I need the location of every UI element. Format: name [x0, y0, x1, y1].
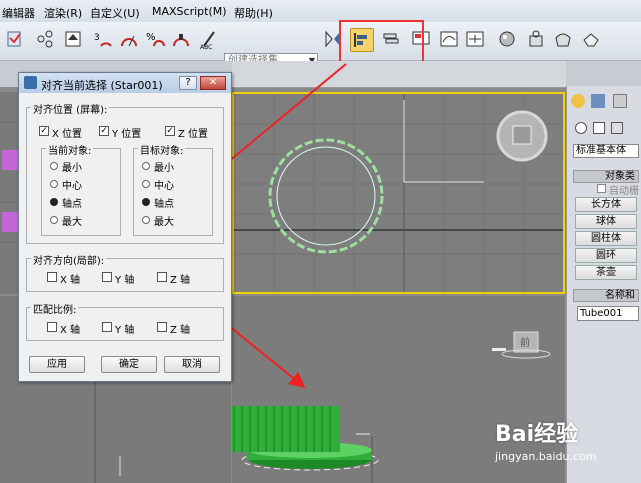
target-pivot-radio[interactable]: [142, 198, 150, 206]
geometry-icon[interactable]: [575, 122, 587, 134]
align-position-group: 对齐位置 (屏幕): ✓ X 位置 ✓ Y 位置 ✓ Z 位置 当前对象: 最小…: [26, 101, 224, 244]
help-button[interactable]: ?: [179, 76, 197, 90]
scale-y-checkbox[interactable]: [102, 322, 112, 332]
lights-icon[interactable]: [611, 122, 623, 134]
scale-x-checkbox[interactable]: [47, 322, 57, 332]
app-icon: [24, 76, 37, 89]
target-max-label: 最大: [154, 217, 174, 228]
current-center-radio[interactable]: [50, 180, 58, 188]
current-min-radio[interactable]: [50, 162, 58, 170]
shapes-icon[interactable]: [593, 122, 605, 134]
ok-button[interactable]: 确定: [101, 356, 157, 373]
baidu-jingyan-logo: Bai经验: [495, 422, 579, 447]
current-object-label: 当前对象:: [46, 142, 94, 157]
align-orientation-group: 对齐方向(局部): X 轴 Y 轴 Z 轴: [26, 252, 224, 292]
target-min-radio[interactable]: [142, 162, 150, 170]
orient-z-checkbox[interactable]: [157, 272, 167, 282]
current-max-radio[interactable]: [50, 216, 58, 224]
cancel-button[interactable]: 取消: [164, 356, 220, 373]
scale-y-label: Y 轴: [115, 325, 135, 336]
primitive-type-dropdown[interactable]: 标准基本体: [573, 144, 639, 158]
scale-z-checkbox[interactable]: [157, 322, 167, 332]
current-pivot-label: 轴点: [62, 199, 82, 210]
y-position-label: Y 位置: [112, 129, 142, 140]
scale-z-label: Z 轴: [170, 325, 191, 336]
align-orientation-label: 对齐方向(局部):: [31, 252, 107, 267]
current-object-group: 当前对象: 最小 中心 轴点 最大: [41, 142, 121, 236]
box-button[interactable]: 长方体: [575, 197, 637, 212]
torus-button[interactable]: 圆环: [575, 248, 637, 263]
current-min-label: 最小: [62, 163, 82, 174]
current-max-label: 最大: [62, 217, 82, 228]
name-color-header[interactable]: 名称和: [573, 289, 639, 302]
target-min-label: 最小: [154, 163, 174, 174]
apply-button[interactable]: 应用: [29, 356, 85, 373]
sphere-button[interactable]: 球体: [575, 214, 637, 229]
teapot-button[interactable]: 茶壶: [575, 265, 637, 280]
close-button[interactable]: ✕: [200, 76, 226, 90]
target-max-radio[interactable]: [142, 216, 150, 224]
modify-tab-icon[interactable]: [591, 94, 605, 108]
y-position-checkbox[interactable]: ✓: [99, 126, 109, 136]
target-center-radio[interactable]: [142, 180, 150, 188]
match-scale-label: 匹配比例:: [31, 301, 79, 316]
orient-x-checkbox[interactable]: [47, 272, 57, 282]
dialog-title: 对齐当前选择 (Star001): [41, 79, 163, 92]
cylinder-button[interactable]: 圆柱体: [575, 231, 637, 246]
align-dialog: 对齐当前选择 (Star001) ? ✕ 对齐位置 (屏幕): ✓ X 位置 ✓…: [18, 72, 232, 382]
create-tab-icon[interactable]: [571, 94, 585, 108]
autogrid-label: 自动栅: [609, 186, 639, 197]
autogrid-checkbox[interactable]: [597, 184, 606, 193]
orient-z-label: Z 轴: [170, 275, 191, 286]
align-position-label: 对齐位置 (屏幕):: [31, 101, 110, 116]
z-position-label: Z 位置: [178, 129, 209, 140]
orient-y-checkbox[interactable]: [102, 272, 112, 282]
scale-x-label: X 轴: [60, 325, 81, 336]
x-position-label: X 位置: [52, 129, 83, 140]
object-name-input[interactable]: Tube001: [577, 306, 639, 321]
current-pivot-radio[interactable]: [50, 198, 58, 206]
target-center-label: 中心: [154, 181, 174, 192]
orient-y-label: Y 轴: [115, 275, 135, 286]
orient-x-label: X 轴: [60, 275, 81, 286]
watermark-url: jingyan.baidu.com: [495, 450, 597, 463]
target-object-group: 目标对象: 最小 中心 轴点 最大: [133, 142, 213, 236]
current-center-label: 中心: [62, 181, 82, 192]
target-pivot-label: 轴点: [154, 199, 174, 210]
hierarchy-tab-icon[interactable]: [613, 94, 627, 108]
target-object-label: 目标对象:: [138, 142, 186, 157]
match-scale-group: 匹配比例: X 轴 Y 轴 Z 轴: [26, 301, 224, 341]
z-position-checkbox[interactable]: ✓: [165, 126, 175, 136]
x-position-checkbox[interactable]: ✓: [39, 126, 49, 136]
